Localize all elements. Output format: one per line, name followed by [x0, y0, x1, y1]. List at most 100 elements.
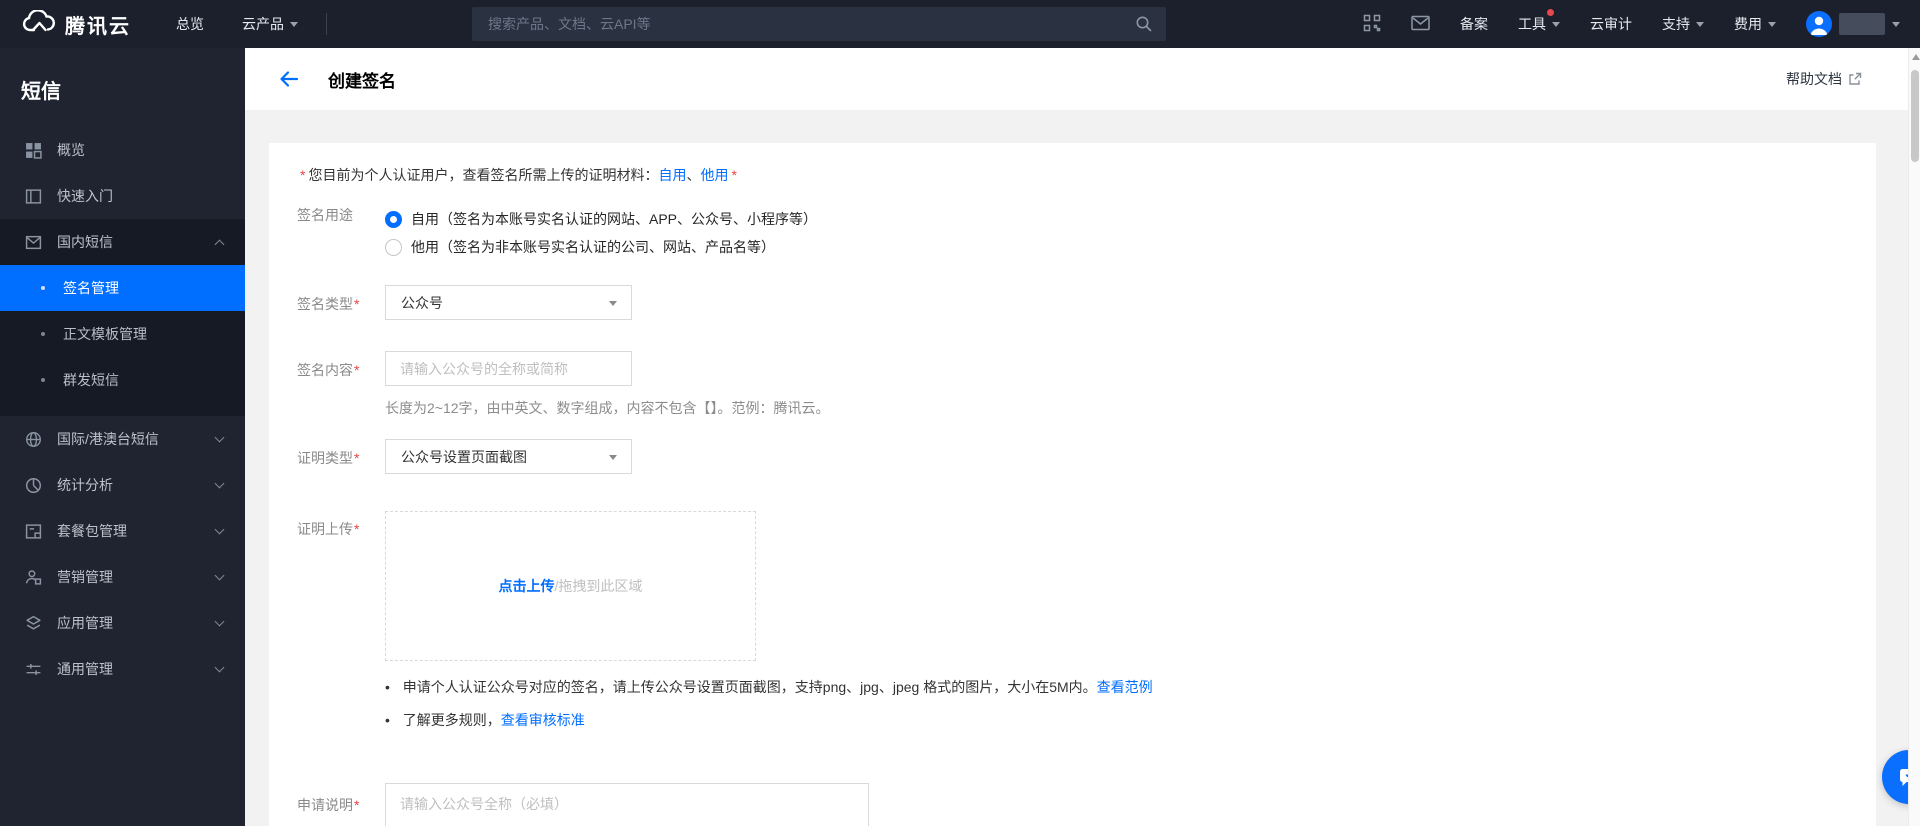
proof-type-select[interactable]: 公众号设置页面截图: [385, 439, 632, 474]
sidebar-item-app-management[interactable]: 应用管理: [0, 600, 245, 646]
scroll-up-arrow[interactable]: [1911, 54, 1920, 60]
signature-usage-label: 签名用途: [297, 207, 353, 223]
chevron-down-icon: [609, 455, 617, 460]
page-title: 创建签名: [328, 71, 396, 91]
tencent-cloud-logo[interactable]: 腾讯云: [22, 8, 131, 39]
other-use-link[interactable]: 他用: [700, 167, 728, 183]
chevron-down-icon: [214, 524, 225, 534]
chevron-up-icon: [214, 239, 225, 249]
notification-dot: [1547, 9, 1554, 16]
sidebar-item-package-management[interactable]: 套餐包管理: [0, 508, 245, 554]
sidebar-item-marketing-management[interactable]: 营销管理: [0, 554, 245, 600]
view-example-link[interactable]: 查看范例: [1097, 679, 1153, 695]
signature-content-label: 签名内容*: [297, 362, 360, 378]
sidebar-item-quickstart[interactable]: 快速入门: [0, 173, 245, 219]
cloud-logo-icon: [22, 8, 56, 39]
chevron-down-icon: [1768, 21, 1776, 27]
apply-note-label: 申请说明*: [297, 797, 360, 813]
radio-self-use[interactable]: 自用（签名为本账号实名认证的网站、APP、公众号、小程序等）: [385, 205, 817, 233]
upload-tip-1: 申请个人认证公众号对应的签名，请上传公众号设置页面截图，支持png、jpg、jp…: [385, 671, 1153, 704]
back-button[interactable]: [278, 68, 300, 90]
sidebar-item-statistics[interactable]: 统计分析: [0, 462, 245, 508]
help-doc-link[interactable]: 帮助文档: [1786, 69, 1862, 89]
sidebar-item-international-sms[interactable]: 国际/港澳台短信: [0, 416, 245, 462]
topbar-divider: [326, 13, 327, 35]
self-use-link[interactable]: 自用: [658, 167, 686, 183]
top-nav: 总览 云产品: [176, 14, 298, 34]
radio-unselected-icon[interactable]: [385, 238, 402, 256]
chevron-down-icon: [214, 432, 225, 442]
sidebar-item-common-management[interactable]: 通用管理: [0, 646, 245, 692]
signature-type-label: 签名类型*: [297, 296, 360, 312]
sidebar-group-domestic-sms: 国内短信 签名管理 正文模板管理 群发短信: [0, 219, 245, 416]
bullet-dot: [41, 332, 45, 336]
required-asterisk: *: [300, 167, 306, 183]
proof-upload-label: 证明上传*: [297, 521, 360, 537]
tools-menu[interactable]: 工具: [1518, 9, 1560, 34]
proof-type-label: 证明类型*: [297, 450, 360, 466]
radio-other-use[interactable]: 他用（签名为非本账号实名认证的公司、网站、产品名等）: [385, 233, 817, 261]
signature-content-input[interactable]: [385, 351, 632, 386]
nav-overview[interactable]: 总览: [176, 14, 204, 34]
required-asterisk: *: [731, 167, 737, 183]
main-area: 创建签名 帮助文档 * 您目前为个人认证用户，查看签名所需上传的证明材料：自用、他…: [245, 48, 1920, 826]
sidebar-item-domestic-sms[interactable]: 国内短信: [0, 219, 245, 265]
bullet-dot: [41, 286, 45, 290]
user-icon: [25, 569, 42, 585]
global-search: [472, 7, 1166, 41]
message-icon[interactable]: [1411, 15, 1430, 34]
apply-note-textarea[interactable]: [385, 783, 869, 826]
scrollbar-thumb[interactable]: [1911, 70, 1919, 162]
qrcode-icon[interactable]: [1363, 14, 1381, 35]
upload-click-link[interactable]: 点击上传: [499, 576, 555, 596]
content-area: * 您目前为个人认证用户，查看签名所需上传的证明材料：自用、他用 * 签名用途 自用…: [245, 110, 1920, 826]
proof-upload-row: 证明上传* 点击上传 /拖拽到此区域 申请个人认证公众号对应的签名，请上传公众号…: [297, 511, 1876, 737]
chevron-down-icon: [1552, 21, 1560, 27]
review-standard-link[interactable]: 查看审核标准: [501, 712, 585, 728]
sliders-icon: [26, 663, 41, 675]
chevron-down-icon: [1892, 21, 1900, 27]
package-icon: [25, 523, 42, 539]
chevron-down-icon: [214, 662, 225, 672]
sidebar-item-overview[interactable]: 概览: [0, 127, 245, 173]
layers-icon: [26, 615, 41, 630]
chevron-down-icon: [609, 301, 617, 306]
radio-selected-icon[interactable]: [385, 210, 402, 228]
cloud-audit-link[interactable]: 云审计: [1590, 14, 1632, 34]
chevron-down-icon: [214, 616, 225, 626]
signature-content-helper: 长度为2~12字，由中英文、数字组成，内容不包含【】。范例：腾讯云。: [385, 400, 830, 416]
page-header: 创建签名 帮助文档: [245, 48, 1920, 110]
support-menu[interactable]: 支持: [1662, 14, 1704, 34]
sidebar-item-body-template-management[interactable]: 正文模板管理: [0, 311, 245, 357]
apply-note-row: 申请说明*: [297, 783, 1876, 826]
chevron-down-icon: [214, 570, 225, 580]
logo-text: 腾讯云: [65, 15, 131, 38]
avatar[interactable]: [1806, 11, 1832, 37]
search-icon[interactable]: [1135, 15, 1153, 38]
beian-link[interactable]: 备案: [1460, 14, 1488, 34]
panel-icon: [25, 188, 42, 204]
certification-notice: * 您目前为个人认证用户，查看签名所需上传的证明材料：自用、他用 *: [297, 165, 1876, 185]
account-name-redacted: [1839, 13, 1885, 35]
signature-content-row: 签名内容* 长度为2~12字，由中英文、数字组成，内容不包含【】。范例：腾讯云。: [297, 351, 1876, 418]
globe-icon: [26, 431, 41, 447]
account-menu[interactable]: [1806, 11, 1900, 37]
chevron-down-icon: [290, 21, 298, 27]
grid-icon: [26, 142, 42, 159]
nav-cloud-products[interactable]: 云产品: [242, 14, 298, 34]
sidebar-item-bulk-sms[interactable]: 群发短信: [0, 357, 245, 403]
sidebar: 短信 概览 快速入门 国内短信 签名管理 正文模板管理 群发短信 国际/港澳台短…: [0, 48, 245, 826]
upload-dropzone[interactable]: 点击上传 /拖拽到此区域: [385, 511, 756, 661]
vertical-scrollbar[interactable]: [1908, 48, 1920, 826]
sidebar-title: 短信: [21, 81, 61, 103]
search-input[interactable]: [472, 16, 1166, 32]
topbar: 腾讯云 总览 云产品 备案: [0, 0, 1920, 48]
signature-type-select[interactable]: 公众号: [385, 285, 632, 320]
create-signature-card: * 您目前为个人认证用户，查看签名所需上传的证明材料：自用、他用 * 签名用途 自用…: [269, 143, 1876, 826]
topbar-right: 备案 工具 云审计 支持 费用: [1363, 9, 1900, 37]
external-link-icon: [1849, 72, 1862, 85]
billing-menu[interactable]: 费用: [1734, 14, 1776, 34]
chevron-down-icon: [1696, 21, 1704, 27]
sidebar-item-signature-management[interactable]: 签名管理: [0, 265, 245, 311]
chevron-down-icon: [214, 478, 225, 488]
